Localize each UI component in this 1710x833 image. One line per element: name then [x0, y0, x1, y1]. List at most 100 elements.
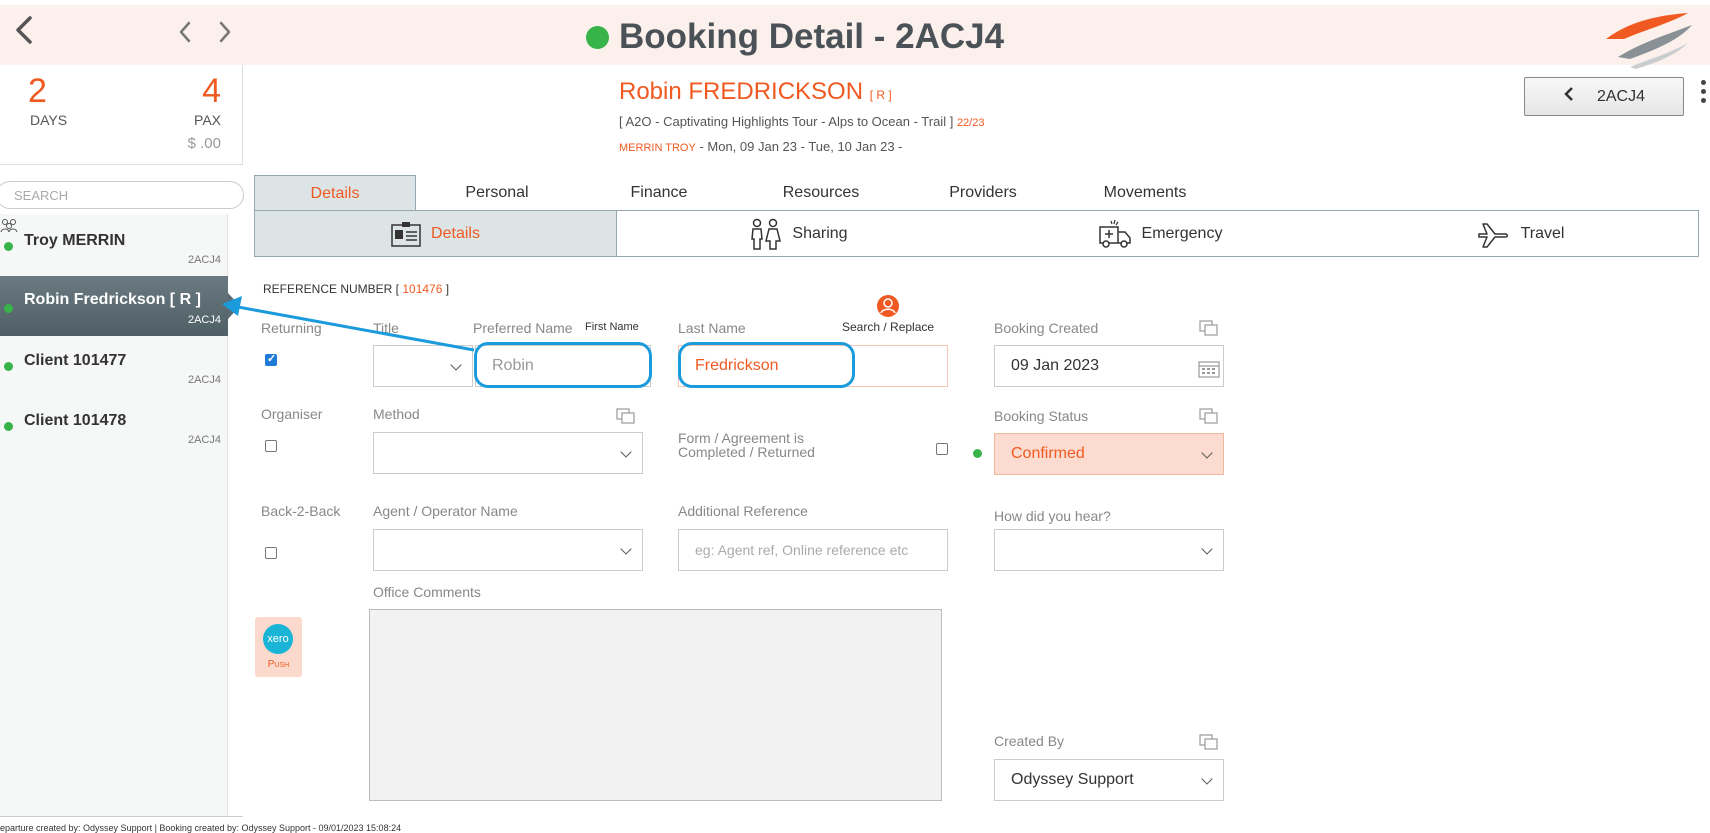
how-did-you-hear-label: How did you hear? [994, 508, 1111, 524]
copy-icon[interactable] [1199, 408, 1219, 424]
subtab-label: Emergency [1141, 224, 1223, 242]
method-select[interactable] [373, 432, 643, 474]
pax-count: 4 [202, 72, 221, 110]
client-name: Client 101478 [24, 412, 127, 429]
footer-audit-text: eparture created by: Odyssey Support | B… [0, 823, 402, 833]
subtab-emergency[interactable]: Emergency [979, 211, 1341, 256]
next-icon[interactable] [216, 19, 234, 50]
tab-personal[interactable]: Personal [416, 175, 578, 211]
agent-operator-label: Agent / Operator Name [373, 503, 518, 519]
booking-dates: MERRIN TROY - Mon, 09 Jan 23 - Tue, 10 J… [619, 139, 903, 154]
status-dot-icon [4, 362, 13, 371]
status-dot-icon [586, 25, 609, 49]
amount-value: $ .00 [187, 135, 221, 152]
booking-created-date[interactable]: 09 Jan 2023 [994, 345, 1224, 387]
previous-icon[interactable] [176, 19, 194, 50]
subtab-details[interactable]: Details [255, 211, 617, 256]
client-heading: Robin FREDRICKSON [ R ] [619, 78, 892, 106]
organiser-checkbox[interactable] [265, 440, 277, 452]
title-label: Title [373, 320, 399, 336]
last-name-label: Last Name [678, 320, 746, 336]
booking-summary: 2 DAYS 4 PAX $ .00 [0, 65, 243, 165]
page-title: Booking Detail - 2ACJ4 [619, 17, 1005, 56]
subtab-sharing[interactable]: Sharing [617, 211, 979, 256]
more-options-icon[interactable] [1697, 80, 1710, 110]
returning-checkbox[interactable] [265, 352, 277, 366]
additional-reference-label: Additional Reference [678, 503, 808, 519]
copy-icon[interactable] [1199, 320, 1219, 336]
created-by-select[interactable]: Odyssey Support [994, 759, 1224, 801]
airplane-icon [1477, 222, 1508, 248]
xero-push-button[interactable]: xero Push [255, 617, 302, 677]
days-label: DAYS [30, 112, 68, 128]
back-icon[interactable] [12, 14, 36, 51]
status-dot-icon [4, 242, 13, 251]
reference-number: REFERENCE NUMBER [ 101476 ] [263, 282, 449, 296]
subtab-label: Travel [1520, 224, 1565, 242]
title-select[interactable] [373, 345, 473, 387]
client-name: Troy MERRIN [24, 232, 126, 249]
form-agreement-label: Form / Agreement is Completed / Returned [678, 431, 815, 459]
client-name: Client 101477 [24, 352, 127, 369]
client-list: Troy MERRIN 2ACJ4 Robin Fredrickson [ R … [0, 214, 240, 816]
company-logo [1600, 9, 1696, 76]
chevron-left-icon [1563, 86, 1575, 107]
subtab-label: Details [431, 224, 480, 242]
reference-value: 101476 [402, 282, 443, 296]
preferred-name-highlight [474, 342, 652, 388]
office-comments-label: Office Comments [373, 584, 481, 600]
client-heading-name: Robin FREDRICKSON [619, 78, 864, 105]
booking-code-label: 2ACJ4 [1596, 87, 1646, 105]
back2back-checkbox[interactable] [265, 547, 277, 559]
lead-passenger: MERRIN TROY [619, 142, 696, 154]
status-dot-icon [973, 449, 982, 458]
first-name-label: First Name [585, 321, 639, 333]
additional-reference-input[interactable]: eg: Agent ref, Online reference etc [678, 529, 948, 571]
form-agreement-checkbox[interactable] [936, 443, 948, 455]
method-label: Method [373, 406, 420, 422]
client-booking-code: 2ACJ4 [187, 434, 221, 446]
client-list-item[interactable]: Client 101477 2ACJ4 [0, 334, 228, 394]
copy-icon[interactable] [1199, 734, 1219, 750]
search-replace-icon[interactable] [875, 294, 901, 323]
date-range: - Mon, 09 Jan 23 - Tue, 10 Jan 23 - [699, 139, 903, 154]
tab-details[interactable]: Details [254, 175, 416, 211]
returning-tag: [ R ] [869, 88, 892, 102]
client-list-item[interactable]: Client 101478 2ACJ4 [0, 394, 228, 454]
sub-tabs: Details Sharing Emergency Travel [254, 211, 1699, 257]
tab-providers[interactable]: Providers [902, 175, 1064, 211]
push-label: Push [267, 659, 290, 670]
reference-label: REFERENCE NUMBER [ [263, 282, 400, 296]
booking-created-label: Booking Created [994, 320, 1099, 336]
tab-resources[interactable]: Resources [740, 175, 902, 211]
client-booking-code: 2ACJ4 [187, 314, 221, 326]
agent-operator-select[interactable] [373, 529, 643, 571]
main-tabs: Details Personal Finance Resources Provi… [254, 175, 1699, 211]
page-title-group: Booking Detail - 2ACJ4 [586, 17, 1004, 57]
copy-icon[interactable] [616, 408, 636, 424]
calendar-icon[interactable] [1198, 360, 1220, 383]
xero-logo: xero [263, 624, 293, 654]
reference-label-end: ] [445, 282, 450, 296]
tab-finance[interactable]: Finance [578, 175, 740, 211]
booking-status-label: Booking Status [994, 408, 1089, 424]
pax-label: PAX [194, 112, 221, 128]
client-booking-code: 2ACJ4 [187, 254, 221, 266]
subtab-travel[interactable]: Travel [1341, 211, 1700, 256]
created-by-label: Created By [994, 733, 1065, 749]
ambulance-icon [1098, 219, 1131, 248]
how-did-you-hear-select[interactable] [994, 529, 1224, 571]
booking-code-button[interactable]: 2ACJ4 [1524, 77, 1684, 116]
app: Booking Detail - 2ACJ4 2 DAYS 4 PAX $ .0… [0, 0, 1710, 833]
client-list-item[interactable]: Troy MERRIN 2ACJ4 [0, 214, 228, 274]
client-name: Robin Fredrickson [ R ] [24, 291, 201, 308]
search-input[interactable] [0, 181, 244, 209]
client-list-item-selected[interactable]: Robin Fredrickson [ R ] 2ACJ4 [0, 276, 240, 336]
tab-movements[interactable]: Movements [1064, 175, 1226, 211]
days-count: 2 [28, 72, 47, 110]
booking-status-select[interactable]: Confirmed [994, 433, 1224, 475]
office-comments-textarea[interactable] [369, 609, 942, 801]
header-bar: Booking Detail - 2ACJ4 [0, 5, 1710, 69]
search-replace-label[interactable]: Search / Replace [842, 320, 934, 334]
last-name-highlight [678, 342, 855, 388]
